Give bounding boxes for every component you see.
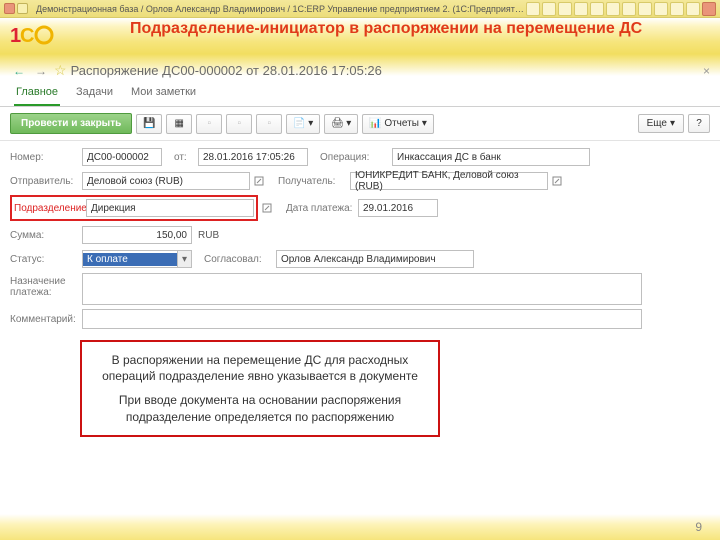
- title-ico[interactable]: [606, 2, 620, 16]
- window-title: Демонстрационная база / Орлов Александр …: [36, 4, 526, 14]
- save-icon: 💾: [143, 118, 155, 130]
- toolbar-button[interactable]: ▫: [226, 114, 252, 134]
- doc-title: Распоряжение ДС00-000002 от 28.01.2016 1…: [71, 63, 382, 78]
- title-ico[interactable]: [526, 2, 540, 16]
- title-ico[interactable]: [558, 2, 572, 16]
- open-icon[interactable]: [252, 172, 266, 190]
- number-field[interactable]: ДС00-000002: [82, 148, 162, 166]
- recipient-field[interactable]: ЮНИКРЕДИТ БАНК, Деловой союз (RUB): [350, 172, 548, 190]
- label-approved: Согласовал:: [204, 254, 276, 265]
- doc-nav: ← → ☆ Распоряжение ДС00-000002 от 28.01.…: [10, 62, 382, 79]
- date-field[interactable]: 28.01.2016 17:05:26: [198, 148, 308, 166]
- favorite-icon[interactable]: ☆: [54, 62, 67, 79]
- title-ico[interactable]: [574, 2, 588, 16]
- close-icon[interactable]: ×: [703, 64, 710, 78]
- status-value: К оплате: [83, 253, 177, 266]
- nav-forward-icon[interactable]: →: [32, 63, 50, 79]
- status-select[interactable]: К оплате ▾: [82, 250, 192, 268]
- print-icon: 🖨: [331, 118, 343, 130]
- create-based-button[interactable]: 📄▾: [286, 114, 320, 134]
- title-ico[interactable]: [654, 2, 668, 16]
- approved-field[interactable]: Орлов Александр Владимирович: [276, 250, 474, 268]
- header-band: 1 C Подразделение-инициатор в распоряжен…: [0, 18, 720, 76]
- label-number: Номер:: [10, 152, 82, 163]
- label-paydate: Дата платежа:: [286, 203, 358, 214]
- slide-title: Подразделение-инициатор в распоряжении н…: [130, 20, 642, 38]
- nav-back-icon[interactable]: ←: [10, 63, 28, 79]
- amount-field[interactable]: 150,00: [82, 226, 192, 244]
- window-title-icons: [526, 2, 716, 16]
- open-icon[interactable]: [550, 172, 564, 190]
- comment-textarea[interactable]: [82, 309, 642, 329]
- toolbar-button[interactable]: ▫: [196, 114, 222, 134]
- title-ico[interactable]: [686, 2, 700, 16]
- currency-label: RUB: [198, 230, 219, 241]
- svg-text:C: C: [20, 25, 34, 47]
- label-department: Подразделение:: [14, 203, 86, 214]
- save-button[interactable]: 💾: [136, 114, 162, 134]
- purpose-textarea[interactable]: [82, 273, 642, 305]
- create-based-icon: 📄: [293, 118, 305, 130]
- logo-1c: 1 C: [10, 22, 54, 48]
- callout-p1: В распоряжении на перемещение ДС для рас…: [94, 352, 426, 384]
- department-field[interactable]: Дирекция: [86, 199, 254, 217]
- footer-band: [0, 514, 720, 540]
- label-recipient: Получатель:: [278, 176, 350, 187]
- post-and-close-button[interactable]: Провести и закрыть: [10, 113, 132, 134]
- window-close-button[interactable]: [4, 3, 15, 14]
- chart-icon: 📊: [369, 118, 381, 130]
- label-from: от:: [174, 152, 198, 163]
- label-sender: Отправитель:: [10, 176, 82, 187]
- open-icon[interactable]: [260, 199, 274, 217]
- post-button[interactable]: ▦: [166, 114, 192, 134]
- title-ico[interactable]: [590, 2, 604, 16]
- doc-toolbar: Провести и закрыть 💾 ▦ ▫ ▫ ▫ 📄▾ 🖨▾ 📊Отче…: [0, 107, 720, 141]
- label-purpose: Назначение платежа:: [10, 273, 82, 298]
- chevron-down-icon[interactable]: ▾: [177, 251, 191, 267]
- form: Номер: ДС00-000002 от: 28.01.2016 17:05:…: [0, 141, 720, 339]
- label-operation: Операция:: [320, 152, 392, 163]
- page-number: 9: [695, 520, 702, 534]
- window-min-button[interactable]: [17, 3, 28, 14]
- post-icon: ▦: [173, 118, 185, 130]
- window-titlebar: Демонстрационная база / Орлов Александр …: [0, 0, 720, 18]
- title-ico[interactable]: [638, 2, 652, 16]
- help-button[interactable]: ?: [688, 114, 710, 133]
- title-ico[interactable]: [622, 2, 636, 16]
- label-comment: Комментарий:: [10, 314, 82, 325]
- more-button[interactable]: Еще ▾: [638, 114, 684, 133]
- label-status: Статус:: [10, 254, 82, 265]
- title-close-icon[interactable]: [702, 2, 716, 16]
- reports-button[interactable]: 📊Отчеты▾: [362, 114, 434, 134]
- title-ico[interactable]: [670, 2, 684, 16]
- tab-notes[interactable]: Мои заметки: [129, 82, 198, 106]
- operation-field[interactable]: Инкассация ДС в банк: [392, 148, 590, 166]
- tab-main[interactable]: Главное: [14, 82, 60, 106]
- toolbar-button[interactable]: ▫: [256, 114, 282, 134]
- label-amount: Сумма:: [10, 230, 82, 241]
- tabs: Главное Задачи Мои заметки: [0, 76, 720, 107]
- sender-field[interactable]: Деловой союз (RUB): [82, 172, 250, 190]
- print-button[interactable]: 🖨▾: [324, 114, 358, 134]
- callout-box: В распоряжении на перемещение ДС для рас…: [80, 340, 440, 437]
- paydate-field[interactable]: 29.01.2016: [358, 199, 438, 217]
- title-ico[interactable]: [542, 2, 556, 16]
- callout-p2: При вводе документа на основании распоря…: [94, 392, 426, 424]
- tab-tasks[interactable]: Задачи: [74, 82, 115, 106]
